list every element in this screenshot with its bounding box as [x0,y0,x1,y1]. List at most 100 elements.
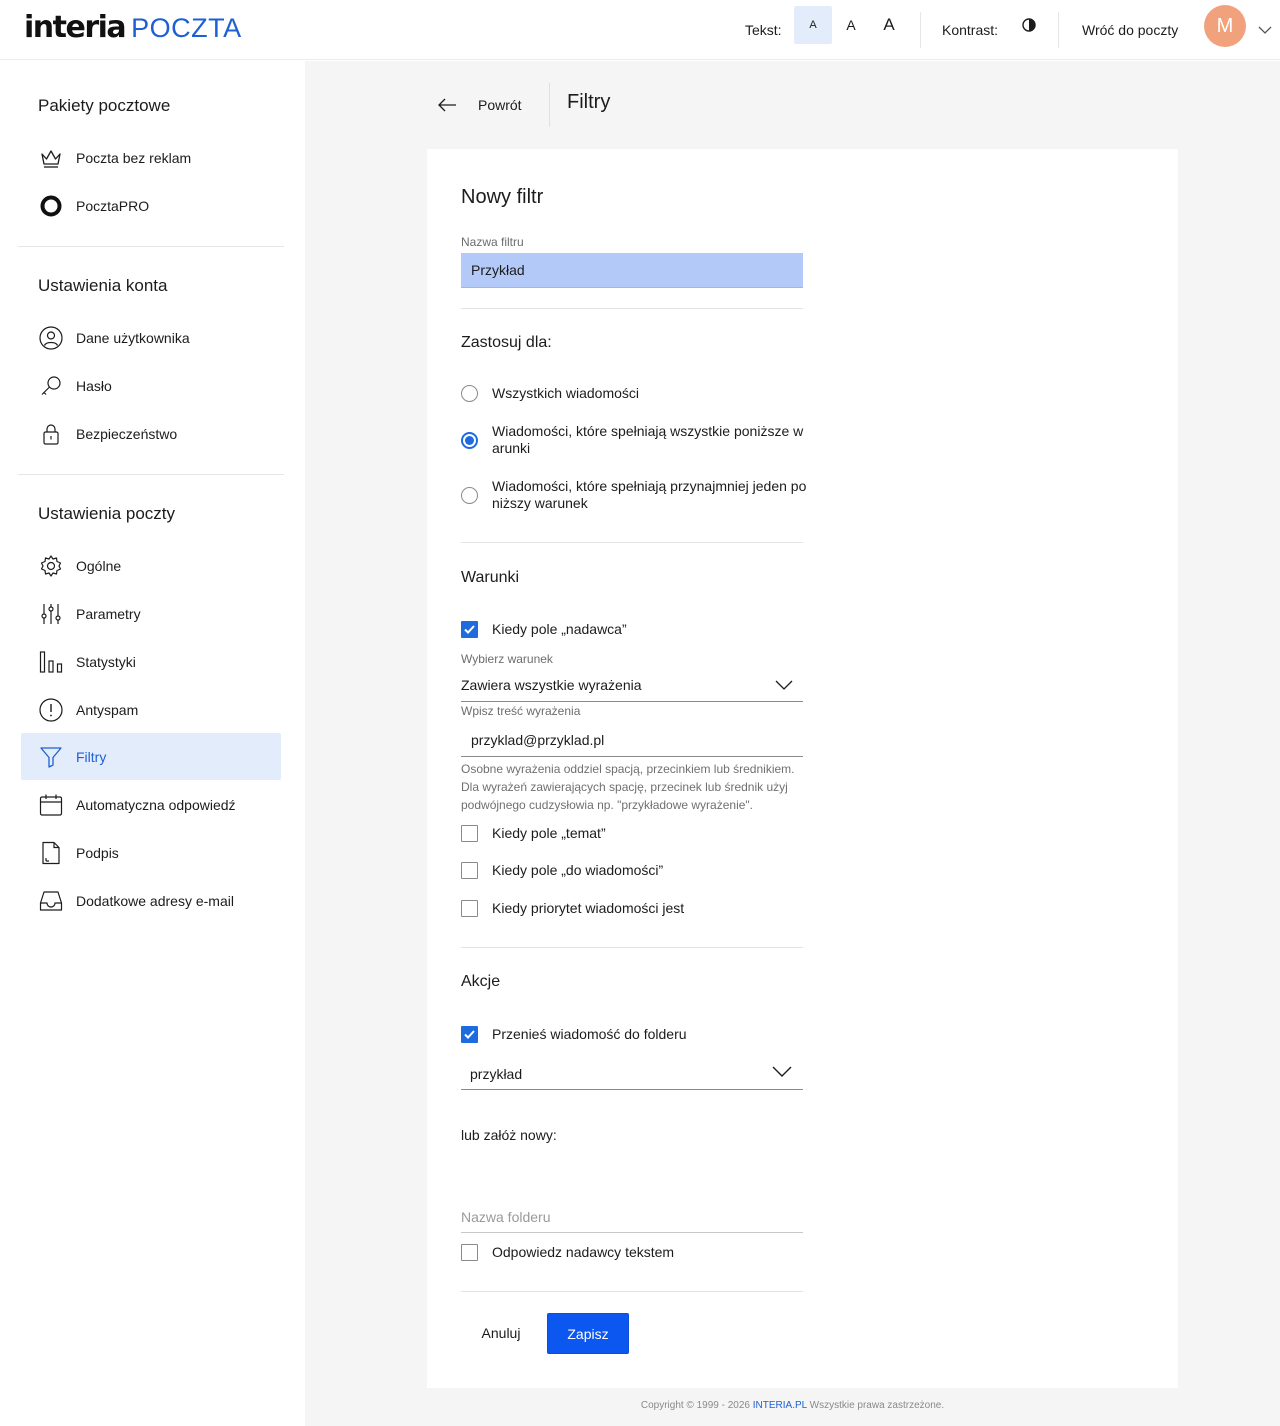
avatar[interactable]: M [1204,5,1246,47]
lock-icon [43,424,59,445]
select-condition-dropdown[interactable]: Zawiera wszystkie wyrażenia [461,677,642,694]
logo-product: POCZTA [131,13,242,43]
sidebar-item-antispam[interactable]: Antyspam [21,686,281,733]
gear-icon [40,555,62,577]
sidebar-section-title: Pakiety pocztowe [38,96,171,115]
sidebar-section-title: Ustawienia poczty [38,504,176,523]
apply-all-label: Wszystkich wiadomości [492,385,640,401]
filter-form-card: Nowy filtr Nazwa filtru Przykład Zastosu… [427,149,1178,1388]
main-content: Powrót Filtry Nowy filtr Nazwa filtru Pr… [305,61,1280,1426]
action-move-checkbox[interactable] [461,1026,478,1043]
sidebar-item-filters[interactable]: Filtry [21,733,281,780]
logo[interactable]: interia POCZTA [24,10,242,46]
header-separator [1058,12,1059,48]
chevron-down-icon [1258,26,1272,34]
sidebar: Pakiety pocztowe Poczta bez reklam Poczt… [0,61,305,1426]
alert-circle-icon [39,698,63,722]
logo-brand: interia [24,10,127,45]
key-icon [41,376,61,395]
condition-subject-checkbox[interactable] [461,825,478,842]
folder-select-dropdown[interactable]: przykład [470,1066,522,1083]
footer: Copyright © 1999 - 2026 INTERIA.PL Wszys… [305,1400,1280,1411]
apply-match-all-radio[interactable] [461,432,478,449]
sidebar-item-parameters[interactable]: Parametry [21,590,281,637]
document-icon [42,841,60,865]
save-button[interactable]: Zapisz [547,1313,629,1354]
sidebar-item-ad-free[interactable]: Poczta bez reklam [21,134,281,181]
header-separator [920,12,921,48]
apply-all-radio[interactable] [461,385,478,402]
sidebar-item-label: Antyspam [76,701,139,718]
contrast-toggle-button[interactable] [1010,6,1048,44]
back-to-mail-link[interactable]: Wróć do poczty [1082,0,1178,60]
sidebar-item-label: Dodatkowe adresy e-mail [76,892,234,909]
sidebar-item-poczta-pro[interactable]: PocztaPRO [21,182,281,229]
field-underline [461,1089,803,1090]
back-button[interactable]: Powrót [437,85,522,125]
title-separator [549,83,550,127]
top-header: interia POCZTA Tekst: A A A Kontrast: Wr… [0,0,1280,60]
expression-label: Wpisz treść wyrażenia [461,704,581,718]
apply-match-any-label: Wiadomości, które spełniają przynajmniej… [492,478,806,512]
contrast-icon [1022,18,1036,32]
folder-name-input[interactable]: Nazwa folderu [461,1209,551,1226]
pro-ring-icon [40,195,62,217]
actions-section-title: Akcje [461,973,501,990]
field-underline [461,1232,803,1233]
text-size-medium-button[interactable]: A [832,6,870,44]
filter-name-label: Nazwa filtru [461,235,524,249]
chevron-down-icon[interactable] [775,679,793,691]
condition-priority-checkbox[interactable] [461,900,478,917]
sidebar-item-security[interactable]: Bezpieczeństwo [21,410,281,457]
sidebar-item-label: Podpis [76,844,119,861]
sidebar-item-label: Poczta bez reklam [76,149,192,166]
select-condition-label: Wybierz warunek [461,652,553,666]
apply-match-any-radio[interactable] [461,487,478,504]
inbox-icon [39,891,63,911]
label-line: Wiadomości, które spełniają wszystkie po… [492,423,804,439]
text-size-label: Tekst: [745,22,782,38]
text-size-small-button[interactable]: A [794,6,832,44]
condition-to-label: Kiedy pole „do wiadomości” [492,862,664,878]
action-move-label: Przenieś wiadomość do folderu [492,1026,687,1042]
field-underline [461,701,803,702]
sidebar-item-password[interactable]: Hasło [21,362,281,409]
sidebar-item-extra-addresses[interactable]: Dodatkowe adresy e-mail [21,877,281,924]
label-line: arunki [492,440,531,456]
condition-to-checkbox[interactable] [461,862,478,879]
arrow-left-icon [438,98,456,112]
sidebar-item-label: Parametry [76,605,141,622]
expression-input[interactable]: przyklad@przyklad.pl [471,732,604,749]
sidebar-item-user-data[interactable]: Dane użytkownika [21,314,281,361]
sidebar-item-statistics[interactable]: Statystyki [21,638,281,685]
footer-brand-link[interactable]: INTERIA.PL [753,1400,807,1411]
sidebar-item-label: PocztaPRO [76,197,150,214]
expression-help-text: Osobne wyrażenia oddziel spacją, przecin… [461,760,801,814]
reply-sender-checkbox[interactable] [461,1244,478,1261]
sidebar-item-signature[interactable]: Podpis [21,829,281,876]
sidebar-item-label: Hasło [76,377,112,394]
label-line: niższy warunek [492,495,588,511]
field-underline [461,756,803,757]
contrast-label: Kontrast: [942,22,999,38]
bar-chart-icon [39,651,63,673]
sidebar-item-auto-reply[interactable]: Automatyczna odpowiedź [21,781,281,828]
text-size-large-button[interactable]: A [870,6,908,44]
section-divider [461,1291,803,1292]
checkmark-icon [464,1030,475,1039]
help-line: podwójnego cudzysłowia np. "przykładowe … [461,798,754,812]
sidebar-divider [18,474,284,475]
sidebar-item-general[interactable]: Ogólne [21,542,281,589]
account-menu-toggle[interactable] [1258,0,1272,60]
footer-rights: Wszystkie prawa zastrzeżone. [806,1400,945,1411]
filter-name-input[interactable]: Przykład [461,253,803,288]
sidebar-item-label: Filtry [76,748,107,765]
sliders-icon [41,604,61,624]
chevron-down-icon[interactable] [772,1065,792,1078]
sidebar-item-label: Statystyki [76,653,136,670]
label-line: Wiadomości, które spełniają przynajmniej… [492,478,807,494]
condition-sender-checkbox[interactable] [461,621,478,638]
sidebar-item-label: Ogólne [76,557,122,574]
cancel-button[interactable]: Anuluj [461,1313,541,1353]
form-title: Nowy filtr [461,186,544,208]
